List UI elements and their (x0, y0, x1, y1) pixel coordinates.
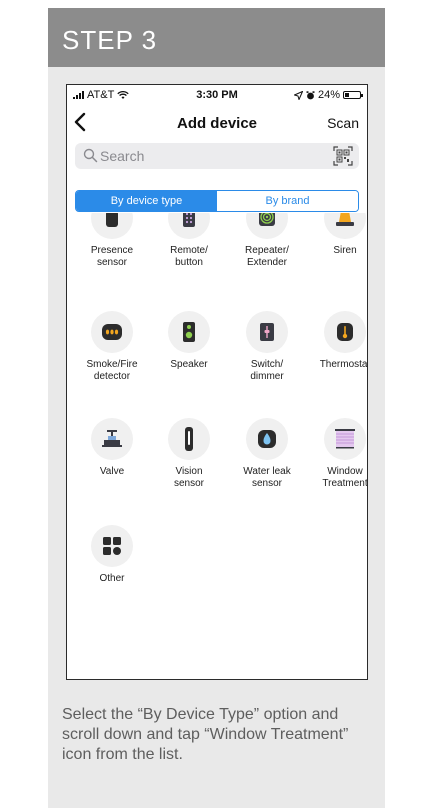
location-icon (293, 90, 303, 100)
instruction-caption: Select the “By Device Type” option and s… (62, 706, 349, 763)
thermostat-icon (337, 323, 353, 341)
device-remote-button[interactable]: Remote/button (151, 213, 227, 269)
device-label: Water leak (243, 466, 291, 477)
device-label-2: Treatment (322, 478, 367, 489)
device-label: Switch/ (250, 359, 284, 370)
device-speaker[interactable]: Speaker (151, 311, 227, 371)
device-valve[interactable]: Valve (74, 418, 150, 478)
device-filter-segment: By device type By brand (75, 190, 359, 212)
device-label: Other (99, 573, 125, 584)
phone-screenshot: AT&T 3:30 PM 24% Add device Scan Search … (66, 84, 368, 680)
device-switch-dimmer[interactable]: Switch/dimmer (229, 311, 305, 383)
device-label: Vision (175, 466, 203, 477)
status-bar: AT&T 3:30 PM 24% (67, 85, 367, 105)
device-label: Repeater/ (245, 245, 289, 256)
device-other[interactable]: Other (74, 525, 150, 585)
presence-sensor-icon (106, 213, 118, 227)
device-window-treatment[interactable]: Window Treatment (307, 418, 367, 490)
tab-by-device-type[interactable]: By device type (76, 191, 217, 211)
vision-sensor-icon (185, 427, 193, 451)
switch-icon (260, 323, 274, 341)
nav-bar: Add device Scan (67, 109, 367, 137)
water-leak-icon (258, 430, 276, 448)
search-input[interactable] (100, 143, 320, 169)
alarm-icon (306, 90, 315, 99)
smoke-detector-icon (102, 324, 122, 340)
device-smoke-fire-detector[interactable]: Smoke/Fire detector (74, 311, 150, 383)
scan-button[interactable]: Scan (327, 115, 359, 131)
device-label: Presence (90, 245, 134, 256)
device-grid: Presence sensor Remote/button Repeater/Ex… (67, 213, 367, 653)
device-label-2: sensor (173, 478, 204, 489)
instruction-card: STEP 3 AT&T 3:30 PM 24% Add device Scan … (48, 8, 385, 808)
device-siren[interactable]: Siren (307, 213, 367, 257)
device-thermostat[interactable]: Thermostat (307, 311, 367, 371)
device-label: Thermostat (319, 359, 367, 370)
device-label-2: dimmer (250, 371, 284, 382)
battery-icon (343, 91, 363, 99)
device-water-leak-sensor[interactable]: Water leak sensor (229, 418, 305, 490)
device-label: Smoke/Fire (86, 359, 138, 370)
search-icon (83, 148, 98, 163)
other-icon (103, 537, 121, 555)
window-treatment-icon (335, 429, 355, 449)
remote-button-icon (183, 213, 195, 227)
search-bar[interactable] (75, 143, 359, 169)
device-presence-sensor[interactable]: Presence sensor (74, 213, 150, 269)
repeater-icon (259, 213, 275, 226)
device-label: Valve (99, 466, 125, 477)
device-label-2: button (175, 257, 203, 268)
device-label-2: detector (93, 371, 131, 382)
device-label: Window (327, 466, 363, 477)
device-vision-sensor[interactable]: Vision sensor (151, 418, 227, 490)
page-title: Add device (176, 115, 258, 132)
device-label: Remote/ (170, 245, 208, 256)
device-label: Speaker (170, 359, 208, 370)
device-label-2: sensor (251, 478, 282, 489)
device-label-2: Extender (246, 257, 288, 268)
speaker-icon (183, 322, 195, 342)
siren-icon (336, 213, 354, 226)
step-title: STEP 3 (48, 8, 385, 67)
device-repeater-extender[interactable]: Repeater/Extender (229, 213, 305, 269)
qr-scan-icon[interactable] (333, 146, 353, 166)
valve-icon (102, 430, 122, 447)
battery-percent: 24% (317, 89, 340, 101)
device-label-2: sensor (96, 257, 127, 268)
tab-by-brand[interactable]: By brand (217, 191, 358, 211)
device-label: Siren (333, 245, 357, 256)
